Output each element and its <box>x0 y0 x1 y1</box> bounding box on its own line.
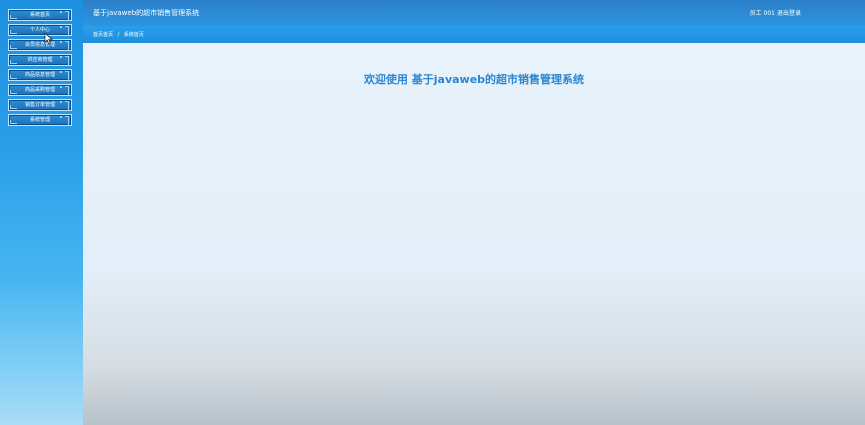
menu-decoration-icon <box>10 30 17 34</box>
mouse-pointer-icon <box>44 33 53 45</box>
menu-decoration-icon <box>65 71 69 80</box>
app-window: 系统首页 个人中心 会员信息管理 供应商管理 商品信息管理 商品采购管理 销售订… <box>0 0 865 425</box>
menu-decoration-icon <box>60 11 62 13</box>
sidebar-item-member-info[interactable]: 会员信息管理 <box>8 39 72 51</box>
breadcrumb-separator: / <box>117 32 120 38</box>
current-user: 员工 001 <box>749 10 775 17</box>
menu-decoration-icon <box>65 26 69 35</box>
sidebar-item-supplier[interactable]: 供应商管理 <box>8 54 72 66</box>
sidebar-item-home[interactable]: 系统首页 <box>8 9 72 21</box>
sidebar-item-label: 供应商管理 <box>27 57 53 63</box>
sidebar-item-label: 系统首页 <box>29 12 50 18</box>
sidebar-item-system[interactable]: 系统管理 <box>8 114 72 126</box>
menu-decoration-icon <box>60 86 62 88</box>
sidebar-item-label: 商品信息管理 <box>24 72 55 78</box>
logout-link[interactable]: 退出登录 <box>777 8 801 17</box>
menu-decoration-icon <box>65 56 69 65</box>
sidebar-item-label: 商品采购管理 <box>24 87 55 93</box>
menu-decoration-icon <box>65 116 69 125</box>
menu-decoration-icon <box>10 120 17 124</box>
menu-decoration-icon <box>65 101 69 110</box>
sidebar-item-personal-center[interactable]: 个人中心 <box>8 24 72 36</box>
sidebar-menu: 系统首页 个人中心 会员信息管理 供应商管理 商品信息管理 商品采购管理 销售订… <box>8 9 72 129</box>
menu-decoration-icon <box>65 86 69 95</box>
menu-decoration-icon <box>60 41 62 43</box>
menu-decoration-icon <box>10 75 17 79</box>
sidebar-item-label: 系统管理 <box>29 117 50 123</box>
top-header: 基于javaweb的超市销售管理系统 员工 001 退出登录 <box>83 0 865 26</box>
welcome-message: 欢迎使用 基于javaweb的超市销售管理系统 <box>363 73 585 86</box>
sidebar-item-product-purchase[interactable]: 商品采购管理 <box>8 84 72 96</box>
main-content: 欢迎使用 基于javaweb的超市销售管理系统 <box>83 43 865 425</box>
menu-decoration-icon <box>60 26 62 28</box>
menu-decoration-icon <box>10 45 17 49</box>
menu-decoration-icon <box>10 60 17 64</box>
menu-decoration-icon <box>10 90 17 94</box>
breadcrumb-trail: 首页首页 / 系统首页 <box>93 31 144 38</box>
menu-decoration-icon <box>60 71 62 73</box>
sidebar-item-label: 销售订单管理 <box>24 102 55 108</box>
menu-decoration-icon <box>60 56 62 58</box>
sidebar-item-product-info[interactable]: 商品信息管理 <box>8 69 72 81</box>
sidebar: 系统首页 个人中心 会员信息管理 供应商管理 商品信息管理 商品采购管理 销售订… <box>0 0 83 425</box>
breadcrumb-current: 系统首页 <box>123 32 144 38</box>
app-title: 基于javaweb的超市销售管理系统 <box>93 9 200 17</box>
breadcrumb-home[interactable]: 首页首页 <box>93 32 113 38</box>
breadcrumb: 首页首页 / 系统首页 <box>83 26 865 43</box>
menu-decoration-icon <box>10 105 17 109</box>
menu-decoration-icon <box>65 41 69 50</box>
menu-decoration-icon <box>60 116 62 118</box>
menu-decoration-icon <box>65 11 69 20</box>
menu-decoration-icon <box>60 101 62 103</box>
sidebar-item-sales-order[interactable]: 销售订单管理 <box>8 99 72 111</box>
menu-decoration-icon <box>10 15 17 19</box>
